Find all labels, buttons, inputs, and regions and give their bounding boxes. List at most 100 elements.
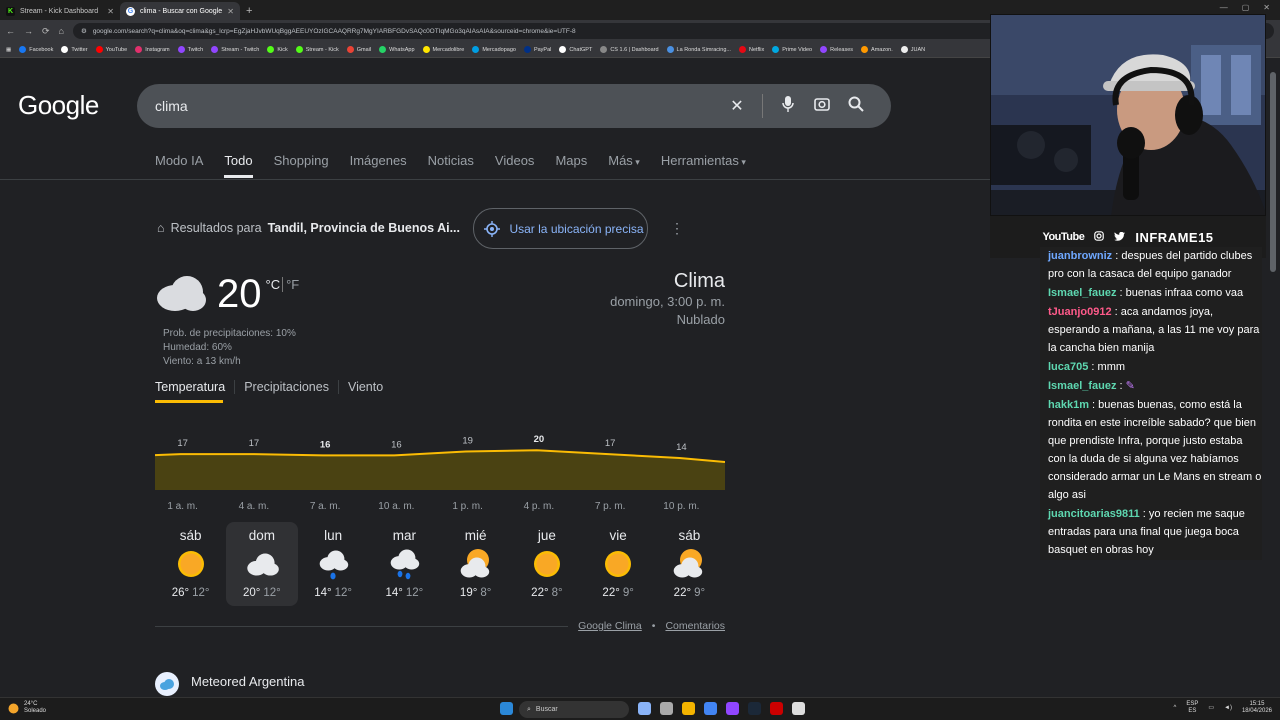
chat-username[interactable]: juanbrowniz: [1048, 250, 1112, 262]
day-forecast-0[interactable]: sáb 26° 12°: [155, 522, 226, 606]
bookmark-item[interactable]: Mercadopago: [472, 46, 516, 53]
bookmark-item[interactable]: Twitter: [61, 46, 88, 53]
day-forecast-6[interactable]: vie 22° 9°: [583, 522, 654, 606]
day-forecast-5[interactable]: jue 22° 8°: [511, 522, 582, 606]
bookmark-item[interactable]: YouTube: [95, 46, 127, 53]
feedback-link[interactable]: Comentarios: [665, 620, 725, 632]
bookmark-item[interactable]: Gmail: [346, 46, 371, 53]
day-forecast-1[interactable]: dom 20° 12°: [226, 522, 298, 606]
camera-lens-icon[interactable]: [805, 96, 839, 117]
bookmark-item[interactable]: Stream - Twitch: [211, 46, 259, 53]
bookmark-item[interactable]: Twitch: [177, 46, 203, 53]
temperature-data-label[interactable]: 16: [391, 439, 402, 450]
bookmark-item[interactable]: Stream - Kick: [295, 46, 339, 53]
search-icon[interactable]: [839, 96, 873, 117]
temperature-data-label[interactable]: 17: [249, 438, 260, 449]
close-icon[interactable]: ✕: [227, 7, 234, 16]
scrollbar-thumb[interactable]: [1270, 72, 1276, 272]
site-info-icon[interactable]: ⚙: [81, 27, 87, 35]
chat-username[interactable]: tJuanjo0912: [1048, 306, 1112, 318]
bookmark-item[interactable]: Prime Video: [772, 46, 812, 53]
bookmark-item[interactable]: Instagram: [135, 46, 170, 53]
fahrenheit-toggle[interactable]: °F: [282, 277, 300, 292]
minimize-icon[interactable]: —: [1220, 3, 1228, 12]
bookmark-item[interactable]: Kick: [267, 46, 288, 53]
back-icon[interactable]: ←: [6, 26, 15, 36]
bookmark-item[interactable]: Facebook: [19, 46, 53, 53]
tab-videos[interactable]: Videos: [495, 153, 535, 178]
bookmark-item[interactable]: La Ronda Simracing...: [666, 46, 731, 53]
tab-todo[interactable]: Todo: [224, 153, 253, 178]
bookmark-item[interactable]: Releases: [820, 46, 853, 53]
bookmark-item[interactable]: ChatGPT: [559, 46, 592, 53]
google-weather-link[interactable]: Google Clima: [578, 620, 642, 632]
browser-tab-kick[interactable]: K Stream - Kick Dashboard ✕: [0, 2, 120, 20]
clear-icon[interactable]: ✕: [720, 96, 754, 116]
more-options-icon[interactable]: ⋮: [670, 220, 684, 237]
temperature-data-label[interactable]: 14: [676, 442, 687, 453]
taskbar-app-icon[interactable]: [792, 702, 805, 715]
close-window-icon[interactable]: ✕: [1263, 3, 1270, 12]
bookmark-item[interactable]: CS 1.6 | Dashboard: [600, 46, 659, 53]
bookmark-item[interactable]: PayPal: [523, 46, 551, 53]
taskbar-app-icon[interactable]: [726, 702, 739, 715]
page-scrollbar[interactable]: [1266, 58, 1280, 698]
temperature-data-label[interactable]: 17: [605, 438, 616, 449]
volume-icon[interactable]: ◄): [1224, 705, 1232, 712]
forward-icon[interactable]: →: [24, 26, 33, 36]
chat-username[interactable]: hakk1m: [1048, 399, 1089, 411]
home-icon[interactable]: ⌂: [59, 26, 64, 36]
bookmark-item[interactable]: JUAN: [900, 46, 925, 53]
tab-herramientas[interactable]: Herramientas ▾: [661, 153, 746, 178]
tab-precipitation[interactable]: Precipitaciones: [235, 380, 339, 394]
results-for-place[interactable]: Tandil, Provincia de Buenos Ai...: [268, 221, 460, 235]
temperature-data-label[interactable]: 17: [177, 438, 188, 449]
tab-temperature[interactable]: Temperatura: [155, 380, 236, 394]
result-title[interactable]: Meteored Argentina: [191, 674, 304, 689]
bookmark-item[interactable]: Amazon.: [861, 46, 893, 53]
day-forecast-3[interactable]: mar 14° 12°: [369, 522, 440, 606]
tab-wind[interactable]: Viento: [339, 380, 392, 394]
precise-location-button[interactable]: Usar la ubicación precisa: [473, 208, 648, 249]
reload-icon[interactable]: ⟳: [42, 26, 50, 37]
network-icon[interactable]: ▭: [1208, 705, 1214, 712]
new-tab-button[interactable]: +: [240, 5, 258, 20]
tab-más[interactable]: Más ▾: [608, 153, 640, 178]
tab-noticias[interactable]: Noticias: [428, 153, 474, 178]
taskbar-app-icon[interactable]: [660, 702, 673, 715]
bookmark-item[interactable]: WhatsApp: [379, 46, 415, 53]
taskbar-app-icon[interactable]: [704, 702, 717, 715]
taskbar-app-icon[interactable]: [748, 702, 761, 715]
tab-imágenes[interactable]: Imágenes: [350, 153, 407, 178]
taskbar-app-icon[interactable]: [638, 702, 651, 715]
chat-username[interactable]: luca705: [1048, 361, 1088, 373]
bookmark-item[interactable]: Mercadolibre: [422, 46, 464, 53]
tab-maps[interactable]: Maps: [555, 153, 587, 178]
temperature-data-label[interactable]: 19: [462, 436, 473, 447]
chat-username[interactable]: Ismael_fauez: [1048, 380, 1116, 392]
chat-username[interactable]: juancitoarias9811: [1048, 508, 1140, 520]
microphone-icon[interactable]: [771, 95, 805, 117]
day-forecast-7[interactable]: sáb 22° 9°: [654, 522, 725, 606]
celsius-toggle[interactable]: °C: [266, 277, 281, 292]
chevron-up-icon[interactable]: ^: [1174, 705, 1177, 712]
maximize-icon[interactable]: ▢: [1242, 3, 1250, 12]
temperature-data-label[interactable]: 16: [320, 439, 331, 450]
windows-start-icon[interactable]: [500, 702, 513, 715]
apps-icon[interactable]: ▦: [6, 47, 11, 53]
taskbar-search[interactable]: ⌕ Buscar: [519, 701, 629, 718]
google-logo[interactable]: Google: [18, 90, 99, 121]
taskbar-app-icon[interactable]: [682, 702, 695, 715]
taskbar-weather[interactable]: 24°C Soleado: [8, 701, 46, 715]
chat-username[interactable]: Ismael_fauez: [1048, 287, 1116, 299]
browser-tab-google[interactable]: G clima - Buscar con Google ✕: [120, 2, 240, 20]
taskbar-app-icon[interactable]: [770, 702, 783, 715]
search-result[interactable]: Meteored Argentina: [155, 672, 304, 696]
day-forecast-4[interactable]: mié 19° 8°: [440, 522, 511, 606]
bookmark-item[interactable]: Netflix: [738, 46, 764, 53]
temperature-data-label[interactable]: 20: [534, 434, 545, 445]
day-forecast-2[interactable]: lun 14° 12°: [298, 522, 369, 606]
search-input[interactable]: [155, 98, 720, 114]
tab-modo-ia[interactable]: Modo IA: [155, 153, 203, 178]
tab-shopping[interactable]: Shopping: [274, 153, 329, 178]
